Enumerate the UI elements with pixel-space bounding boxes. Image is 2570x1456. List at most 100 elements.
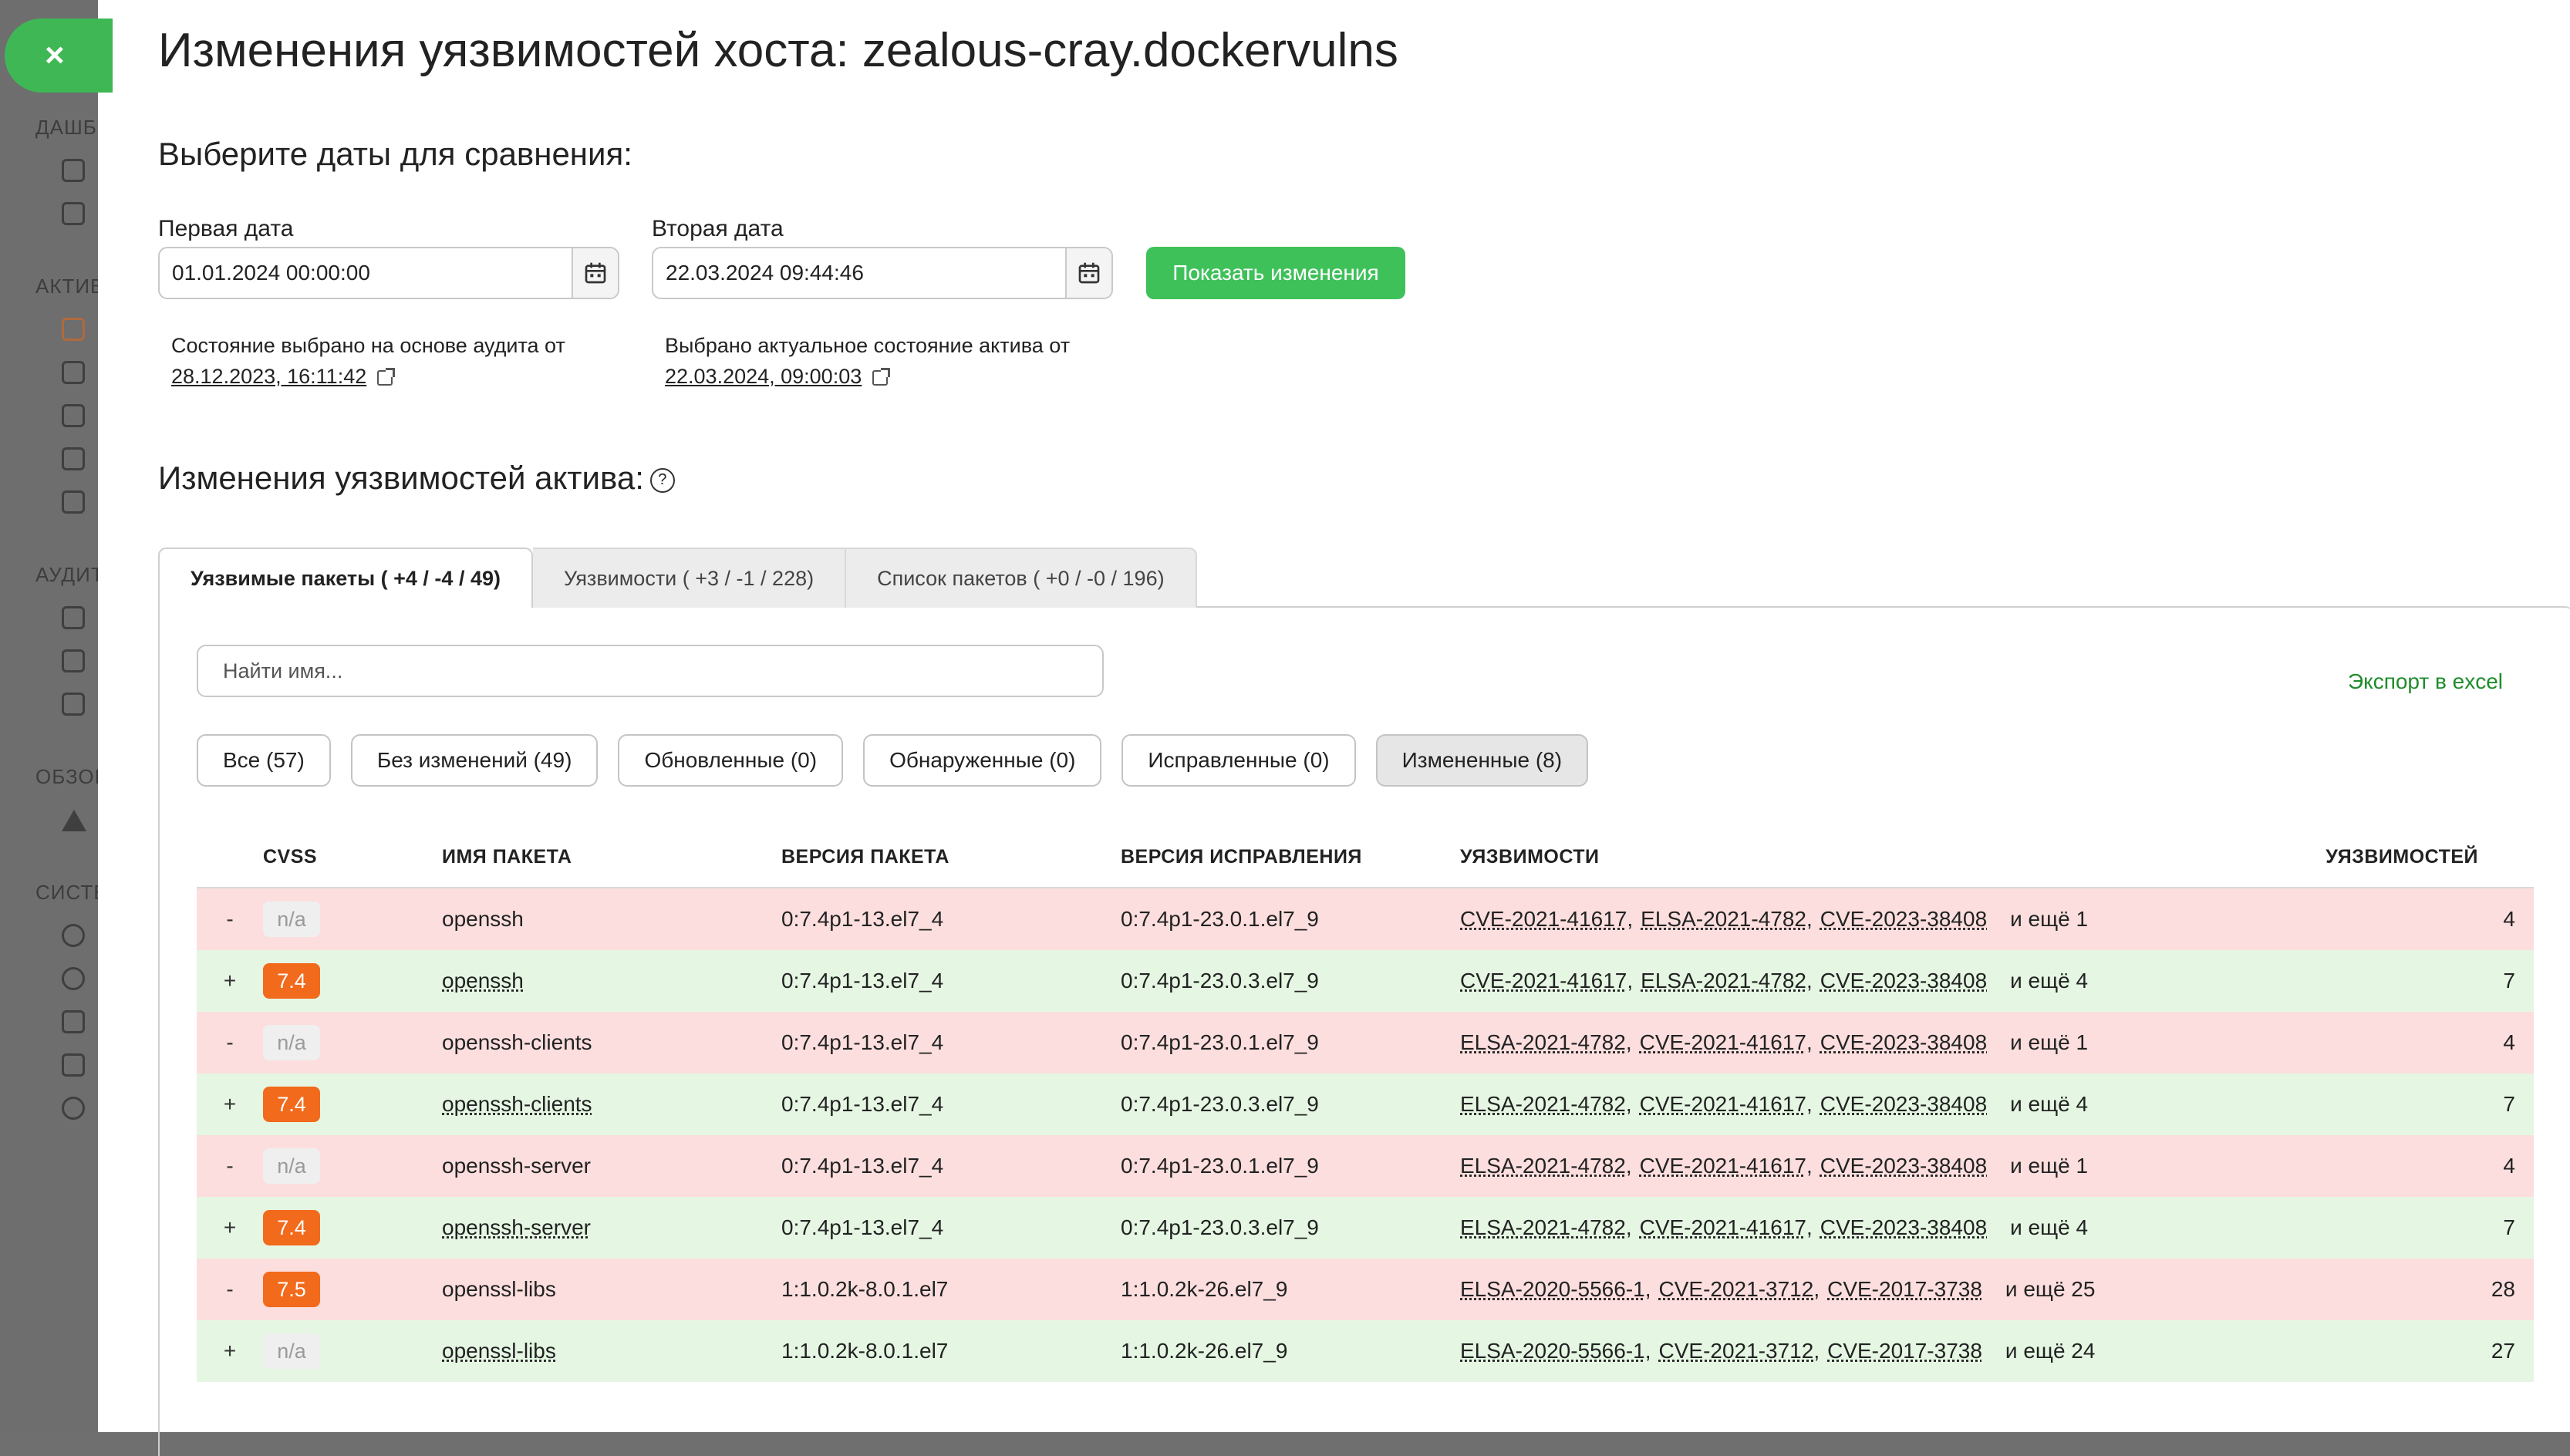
package-name-text[interactable]: openssl-libs	[442, 1339, 556, 1363]
license-icon[interactable]	[62, 1010, 85, 1033]
more-vulns[interactable]: и ещё 4	[2010, 969, 2088, 993]
table-row[interactable]: + n/a openssl-libs 1:1.0.2k-8.0.1.el7 1:1.0.…	[197, 1320, 2534, 1382]
docs-icon[interactable]	[62, 1053, 85, 1077]
tab-vulnerabilities[interactable]: Уязвимости ( +3 / -1 / 228)	[532, 548, 847, 608]
vulnerability-link[interactable]: CVE-2021-41617	[1640, 1215, 1806, 1240]
vulnerability-link[interactable]: CVE-2023-38408	[1820, 1215, 1987, 1240]
audit-book-icon[interactable]	[62, 693, 85, 716]
filter-updated[interactable]: Обновленные (0)	[618, 734, 844, 787]
vulnerability-link[interactable]: CVE-2023-38408	[1820, 1092, 1987, 1117]
more-vulns[interactable]: и ещё 4	[2010, 1215, 2088, 1240]
second-date-label: Вторая дата	[652, 216, 784, 241]
more-vulns[interactable]: и ещё 25	[2005, 1277, 2096, 1302]
table-row[interactable]: +7.4 openssh-server 0:7.4p1-13.el7_4 0:7.4p…	[197, 1197, 2534, 1259]
vulnerability-link[interactable]: CVE-2021-41617	[1640, 1154, 1806, 1178]
change-sign: -	[226, 907, 234, 931]
tab-vulnerable-packages[interactable]: Уязвимые пакеты ( +4 / -4 / 49)	[158, 548, 533, 608]
table-row[interactable]: - 7.5 openssl-libs 1:1.0.2k-8.0.1.el7 1:1.0.…	[197, 1259, 2534, 1320]
table-row[interactable]: +7.4 openssh-clients 0:7.4p1-13.el7_4 0:7.4…	[197, 1073, 2534, 1135]
vulnerabilities-cell: ELSA-2021-4782, CVE-2021-41617, CVE-2023-3…	[1460, 1092, 2270, 1117]
table-row[interactable]: +7.4 openssh 0:7.4p1-13.el7_4 0:7.4p1-23.0.…	[197, 950, 2534, 1012]
search-input[interactable]	[197, 645, 1104, 697]
package-name-text[interactable]: openssh	[442, 969, 524, 993]
header-vulnerabilities[interactable]: УЯЗВИМОСТИ	[1460, 846, 2270, 868]
vulnerability-link[interactable]: CVE-2021-41617	[1640, 1092, 1806, 1117]
dashboard-icon[interactable]	[62, 159, 85, 182]
more-vulns[interactable]: и ещё 1	[2010, 1154, 2088, 1178]
tab-package-list[interactable]: Список пакетов ( +0 / -0 / 196)	[846, 548, 1197, 608]
fix-version: 0:7.4p1-23.0.1.el7_9	[1121, 907, 1319, 931]
storage-icon[interactable]	[62, 361, 85, 384]
calendar-button[interactable]	[572, 248, 618, 298]
first-audit-link[interactable]: 28.12.2023, 16:11:42	[171, 365, 366, 388]
user-group-icon[interactable]	[62, 490, 85, 514]
vulnerability-link[interactable]: CVE-2021-3712	[1659, 1339, 1814, 1363]
table-row[interactable]: - n/a openssh 0:7.4p1-13.el7_4 0:7.4p1-23.0.…	[197, 888, 2534, 950]
vulnerability-link[interactable]: CVE-2023-38408	[1820, 1030, 1987, 1055]
more-vulns[interactable]: и ещё 24	[2005, 1339, 2096, 1363]
vulnerability-link[interactable]: CVE-2021-41617	[1640, 1030, 1806, 1055]
dashboard-search-icon[interactable]	[62, 202, 85, 225]
filter-detected[interactable]: Обнаруженные (0)	[863, 734, 1102, 787]
user-icon[interactable]	[62, 967, 85, 990]
audit-save-icon[interactable]	[62, 649, 85, 672]
package-name-text[interactable]: openssh-server	[442, 1215, 591, 1239]
header-cvss[interactable]: CVSS	[263, 846, 442, 868]
filter-fixed[interactable]: Исправленные (0)	[1121, 734, 1356, 787]
help-icon[interactable]: ?	[649, 467, 675, 493]
second-audit-link[interactable]: 22.03.2024, 09:00:03	[665, 365, 862, 388]
vulnerability-link[interactable]: CVE-2023-38408	[1820, 969, 1987, 993]
vulnerability-link[interactable]: ELSA-2021-4782	[1460, 1030, 1626, 1055]
vulnerability-link[interactable]: ELSA-2021-4782	[1460, 1092, 1626, 1117]
warning-icon[interactable]	[62, 810, 86, 831]
vulnerability-link[interactable]: CVE-2017-3738	[1827, 1339, 1982, 1363]
close-button[interactable]: ×	[5, 19, 113, 93]
package-name[interactable]: openssh-clients	[442, 1092, 781, 1117]
vulnerability-link[interactable]: CVE-2023-38408	[1820, 907, 1987, 932]
calendar-button[interactable]	[1065, 248, 1111, 298]
external-link-icon[interactable]	[872, 368, 891, 386]
export-excel-link[interactable]: Экспорт в excel	[2348, 669, 2503, 694]
vulnerability-link[interactable]: ELSA-2020-5566-1	[1460, 1339, 1645, 1363]
first-date-input[interactable]: 01.01.2024 00:00:00	[158, 247, 619, 299]
vulnerability-link[interactable]: CVE-2021-41617	[1460, 907, 1627, 932]
more-vulns[interactable]: и ещё 1	[2010, 907, 2088, 932]
more-vulns[interactable]: и ещё 4	[2010, 1092, 2088, 1117]
filter-changed[interactable]: Измененные (8)	[1375, 734, 1589, 787]
settings-icon[interactable]	[62, 924, 85, 947]
vulnerability-link[interactable]: ELSA-2021-4782	[1460, 1215, 1626, 1240]
table-row[interactable]: - n/a openssh-clients 0:7.4p1-13.el7_4 0:7.4…	[197, 1012, 2534, 1073]
package-name[interactable]: openssl-libs	[442, 1339, 781, 1363]
vulnerability-link[interactable]: ELSA-2020-5566-1	[1460, 1277, 1645, 1302]
tab-bar: Уязвимые пакеты ( +4 / -4 / 49) Уязвимос…	[158, 548, 1197, 608]
vulnerability-link[interactable]: CVE-2021-3712	[1659, 1277, 1814, 1302]
vulnerability-link[interactable]: CVE-2021-41617	[1460, 969, 1627, 993]
network-icon[interactable]	[62, 404, 85, 427]
vulnerability-link[interactable]: ELSA-2021-4782	[1460, 1154, 1626, 1178]
help-icon[interactable]	[62, 1097, 85, 1120]
table-row[interactable]: - n/a openssh-server 0:7.4p1-13.el7_4 0:7.4p…	[197, 1135, 2534, 1197]
package-name-text: openssl-libs	[442, 1277, 556, 1301]
filter-unchanged[interactable]: Без изменений (49)	[350, 734, 599, 787]
vulnerability-link[interactable]: ELSA-2021-4782	[1641, 969, 1806, 993]
header-package-version[interactable]: ВЕРСИЯ ПАКЕТА	[781, 846, 1121, 868]
filter-all[interactable]: Все (57)	[197, 734, 331, 787]
more-vulns[interactable]: и ещё 1	[2010, 1030, 2088, 1055]
vulnerability-link[interactable]: CVE-2017-3738	[1827, 1277, 1982, 1302]
vulnerability-link[interactable]: ELSA-2021-4782	[1641, 907, 1806, 932]
vulnerability-link[interactable]: CVE-2023-38408	[1820, 1154, 1987, 1178]
header-fix-version[interactable]: ВЕРСИЯ ИСПРАВЛЕНИЯ	[1121, 846, 1460, 868]
package-name[interactable]: openssh	[442, 969, 781, 993]
package-name-text[interactable]: openssh-clients	[442, 1092, 592, 1116]
assets-icon[interactable]	[62, 318, 85, 341]
header-package-name[interactable]: ИМЯ ПАКЕТА	[442, 846, 781, 868]
audit-monitor-icon[interactable]	[62, 606, 85, 629]
show-changes-button[interactable]: Показать изменения	[1146, 247, 1405, 299]
external-link-icon[interactable]	[377, 368, 396, 386]
package-name[interactable]: openssh-server	[442, 1215, 781, 1240]
vulnerabilities-cell: ELSA-2020-5566-1, CVE-2021-3712, CVE-2017-…	[1460, 1339, 2270, 1363]
header-vuln-count[interactable]: УЯЗВИМОСТЕЙ	[2270, 846, 2534, 868]
package-name-text: openssh	[442, 907, 524, 931]
server-icon[interactable]	[62, 447, 85, 470]
second-date-input[interactable]: 22.03.2024 09:44:46	[652, 247, 1113, 299]
